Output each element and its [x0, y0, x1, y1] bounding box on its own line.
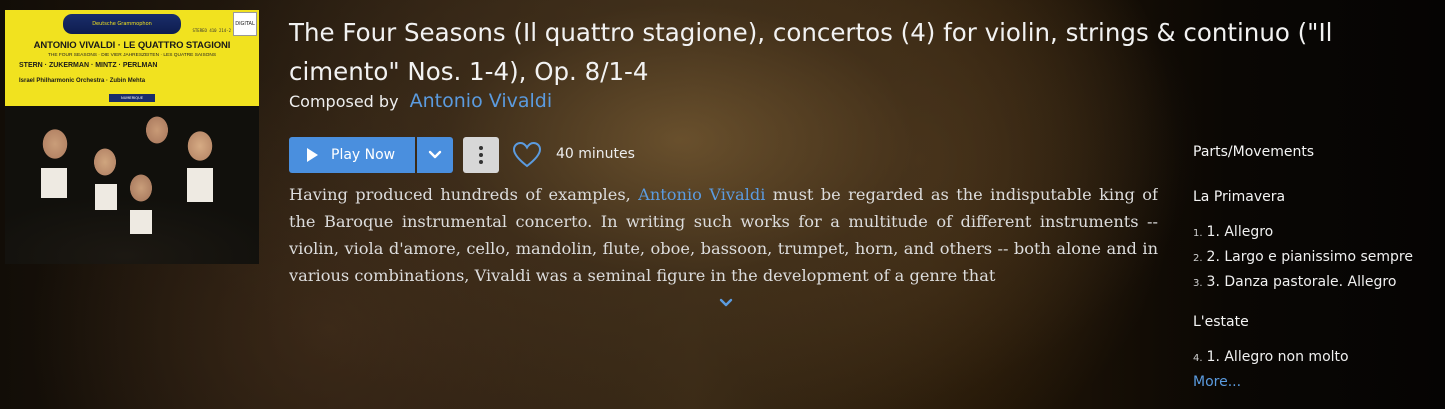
more-vertical-icon-dot: [479, 153, 483, 157]
cover-photo: [5, 106, 259, 264]
movement-label: 1. Allegro non molto: [1206, 349, 1349, 365]
movement-item[interactable]: 1. 1. Allegro: [1193, 224, 1273, 240]
movement-label: 1. Allegro: [1206, 224, 1274, 240]
more-options-button[interactable]: [463, 137, 499, 173]
work-title: The Four Seasons (Il quattro stagione), …: [289, 18, 1333, 86]
more-movements-link[interactable]: More...: [1193, 374, 1241, 390]
play-now-button[interactable]: Play Now: [289, 137, 415, 173]
movement-number: 2.: [1193, 253, 1203, 264]
movement-item[interactable]: 4. 1. Allegro non molto: [1193, 349, 1349, 365]
movement-item[interactable]: 3. 3. Danza pastorale. Allegro: [1193, 274, 1396, 290]
description-composer-link[interactable]: Antonio Vivaldi: [638, 185, 765, 204]
play-button-group: Play Now: [289, 137, 453, 173]
more-vertical-icon-dot: [479, 160, 483, 164]
composed-by: Composed by Antonio Vivaldi: [289, 90, 552, 112]
composer-link[interactable]: Antonio Vivaldi: [410, 90, 552, 112]
work-description: Having produced hundreds of examples, An…: [289, 181, 1158, 289]
cover-title: ANTONIO VIVALDI · LE QUATTRO STAGIONI: [33, 40, 231, 51]
play-now-label: Play Now: [331, 147, 396, 163]
play-icon: [307, 148, 318, 162]
description-text: Having produced hundreds of examples,: [289, 185, 639, 204]
duration: 40 minutes: [556, 146, 635, 162]
cover-numerique: NUMERIQUE: [109, 94, 155, 102]
movement-label: 3. Danza pastorale. Allegro: [1206, 274, 1397, 290]
composed-by-label: Composed by: [289, 92, 399, 111]
movement-label: 2. Largo e pianissimo sempre: [1206, 249, 1413, 265]
expand-description-icon[interactable]: [718, 297, 734, 309]
movement-item[interactable]: 2. 2. Largo e pianissimo sempre: [1193, 249, 1413, 265]
digital-badge: DIGITAL: [233, 12, 257, 36]
movement-number: 3.: [1193, 278, 1203, 289]
album-cover: Deutsche Grammophon DIGITAL STEREO 410 2…: [5, 10, 259, 264]
movement-number: 4.: [1193, 353, 1203, 364]
movement-group-title: L'estate: [1193, 314, 1249, 330]
chevron-down-icon: [428, 150, 442, 159]
heart-icon[interactable]: [512, 140, 542, 170]
label-logo: Deutsche Grammophon: [63, 14, 181, 34]
play-options-dropdown[interactable]: [417, 137, 453, 173]
cover-artists: STERN · ZUKERMAN · MINTZ · PERLMAN: [19, 62, 158, 69]
cover-orchestra: Israel Philharmonic Orchestra · Zubin Me…: [19, 78, 146, 84]
movement-number: 1.: [1193, 228, 1203, 239]
cover-subtitle: THE FOUR SEASONS · DIE VIER JAHRESZEITEN…: [47, 53, 217, 58]
parts-movements-heading: Parts/Movements: [1193, 144, 1315, 160]
catalog-number: STEREO 410 214-2: [192, 28, 231, 33]
more-vertical-icon-dot: [479, 146, 483, 150]
movement-group-title: La Primavera: [1193, 189, 1286, 205]
